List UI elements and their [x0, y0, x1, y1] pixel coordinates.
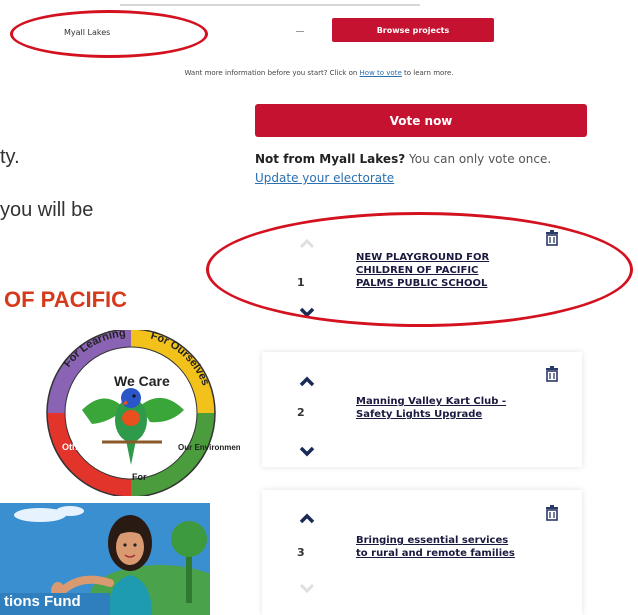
school-badge: For Learning For Ourselves We Care Our E… — [46, 330, 240, 496]
browse-projects-button[interactable]: Browse projects — [332, 18, 494, 42]
body-text-fragment: you will be — [0, 199, 94, 221]
badge-text-others: Others — [62, 442, 91, 452]
fund-banner-text: tions Fund — [0, 593, 110, 615]
top-section-edge — [120, 0, 420, 6]
trash-icon[interactable] — [545, 505, 559, 521]
project-rank: 2 — [297, 406, 305, 419]
annotation-circle-electorate — [10, 10, 208, 58]
info-prefix: Want more information before you start? … — [184, 69, 360, 77]
update-electorate-link[interactable]: Update your electorate — [255, 171, 394, 185]
school-title: OF PACIFIC — [4, 287, 128, 312]
badge-text-env: Our Environment — [178, 443, 240, 452]
chevron-up-icon[interactable] — [298, 513, 316, 525]
separator-dash — [296, 31, 304, 32]
badge-text-bottom: For — [132, 472, 147, 482]
body-text-fragment: ty. — [0, 146, 20, 168]
project-link[interactable]: Manning Valley Kart Club - Safety Lights… — [356, 395, 516, 421]
trash-icon[interactable] — [545, 366, 559, 382]
chevron-up-icon[interactable] — [298, 376, 316, 388]
badge-center-text: We Care — [114, 373, 170, 389]
vote-now-button[interactable]: Vote now — [255, 104, 587, 137]
info-line: Want more information before you start? … — [0, 69, 638, 77]
electorate-notice: Not from Myall Lakes? You can only vote … — [255, 150, 560, 188]
notice-text: You can only vote once. — [405, 152, 552, 166]
info-suffix: to learn more. — [401, 69, 454, 77]
how-to-vote-link[interactable]: How to vote — [360, 69, 402, 77]
project-rank: 3 — [297, 546, 305, 559]
notice-bold: Not from Myall Lakes? — [255, 152, 406, 166]
project-link[interactable]: Bringing essential services to rural and… — [356, 534, 521, 560]
chevron-down-icon[interactable] — [298, 582, 316, 594]
chevron-down-icon[interactable] — [298, 445, 316, 457]
annotation-circle-project — [206, 212, 633, 327]
